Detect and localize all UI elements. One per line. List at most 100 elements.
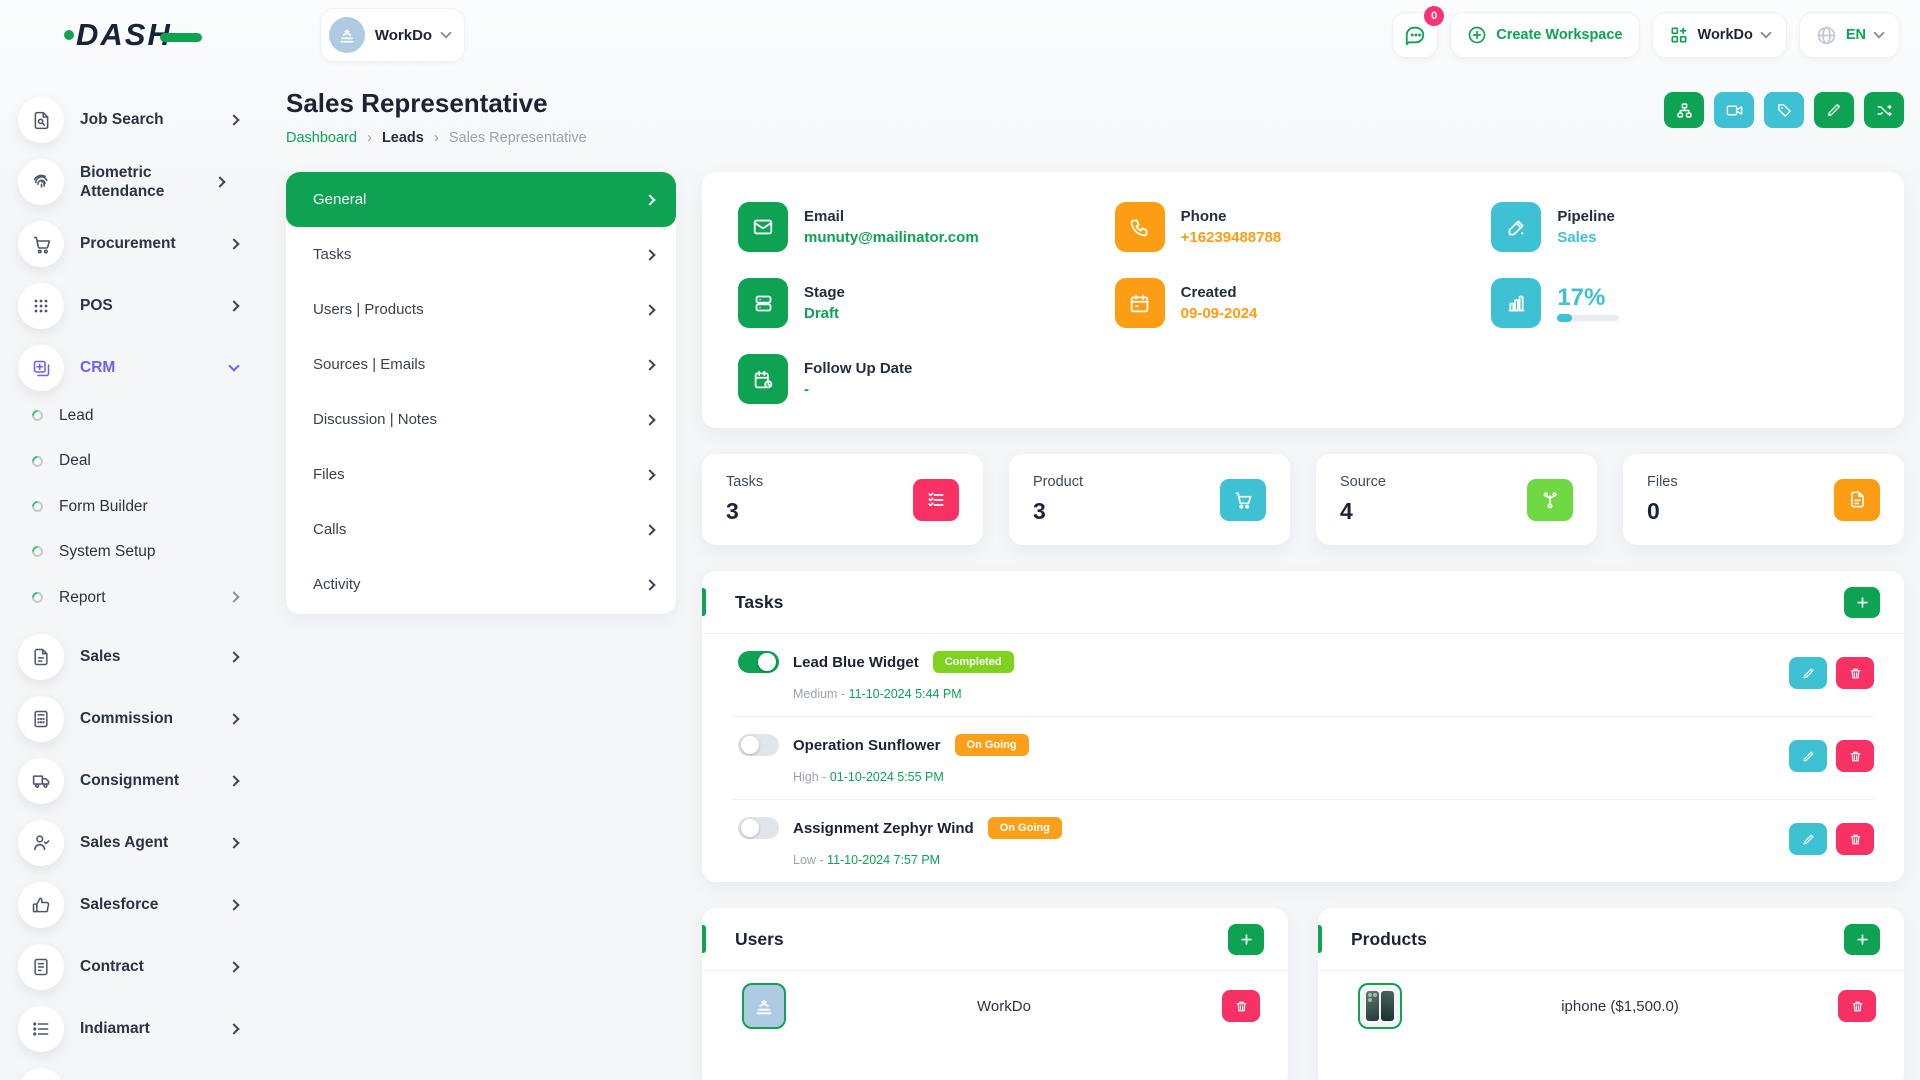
breadcrumb-dashboard[interactable]: Dashboard [286,130,357,146]
sidebar-item-crm[interactable]: CRM [18,344,238,392]
thumbs-up-icon [18,882,64,928]
email-value[interactable]: munuty@mailinator.com [804,229,979,246]
phone-label: Phone [1181,208,1282,225]
task-toggle[interactable] [738,651,779,673]
user-avatar [742,983,786,1029]
plus-icon [1855,595,1870,610]
delete-user-button[interactable] [1222,990,1260,1022]
sidebar-item-commission[interactable]: Commission [18,695,238,743]
sidebar-item-label: Contract [80,957,214,976]
create-workspace-label: Create Workspace [1496,27,1622,43]
edit-lead-button[interactable] [1814,92,1854,128]
sidebar-item-procurement[interactable]: Procurement [18,220,238,268]
language-selector[interactable]: EN [1799,12,1900,58]
chevron-right-icon [644,469,655,480]
source-branch-icon [1527,479,1573,521]
sidebar-item-inventory[interactable]: Inventory [18,1067,238,1080]
sidebar-subitem-label: Form Builder [59,497,238,516]
edit-task-button[interactable] [1789,657,1827,689]
products-section-title: Products [1351,929,1427,950]
task-name: Operation Sunflower [793,737,941,754]
task-toggle[interactable] [738,734,779,756]
trash-icon [1849,667,1862,680]
sidebar-item-sales-agent[interactable]: Sales Agent [18,819,238,867]
tab-activity[interactable]: Activity [286,557,676,612]
tab-tasks[interactable]: Tasks [286,227,676,282]
trash-icon [1849,833,1862,846]
breadcrumb-leads[interactable]: Leads [382,130,424,146]
pipeline-label: Pipeline [1557,208,1615,225]
sidebar-item-salesforce[interactable]: Salesforce [18,881,238,929]
tab-calls[interactable]: Calls [286,502,676,557]
sidebar-item-biometric-attendance[interactable]: Biometric Attendance [18,158,238,206]
sidebar-subitem-label: Deal [59,451,238,470]
labels-button[interactable] [1764,92,1804,128]
sidebar-item-report[interactable]: Report [32,588,238,607]
task-toggle[interactable] [738,817,779,839]
task-priority: Medium - [793,687,849,701]
sidebar-item-label: Procurement [80,234,214,253]
chevron-down-icon [1760,27,1771,38]
sidebar-item-job-search[interactable]: Job Search [18,96,238,144]
logo-text: DASH [76,17,172,53]
delete-product-button[interactable] [1838,990,1876,1022]
sidebar-subitem-label: Report [59,588,214,607]
chevron-right-icon [644,249,655,260]
sidebar-item-system-setup[interactable]: System Setup [32,542,238,561]
pipeline-field: Pipeline Sales [1491,202,1868,252]
sidebar-item-form-builder[interactable]: Form Builder [32,497,238,516]
sidebar-item-deal[interactable]: Deal [32,451,238,470]
tab-discussion-notes[interactable]: Discussion | Notes [286,392,676,447]
task-datetime: 11-10-2024 7:57 PM [827,853,940,867]
delete-task-button[interactable] [1836,740,1874,772]
edit-task-button[interactable] [1789,740,1827,772]
sidebar-item-pos[interactable]: POS [18,282,238,330]
add-task-button[interactable] [1844,587,1880,618]
sidebar-item-contract[interactable]: Contract [18,943,238,991]
workspace-selector[interactable]: WorkDo [320,8,465,62]
pipeline-value: Sales [1557,229,1615,246]
bullet-icon [30,453,46,469]
chevron-right-icon [228,238,239,249]
sidebar-item-indiamart[interactable]: Indiamart [18,1005,238,1053]
language-label: EN [1846,27,1866,43]
tab-sources-emails[interactable]: Sources | Emails [286,337,676,392]
convert-button[interactable] [1864,92,1904,128]
sidebar-subitem-label: System Setup [59,542,238,561]
tag-icon [1776,102,1793,119]
add-user-button[interactable] [1228,924,1264,955]
bullet-icon [30,408,46,424]
tab-files[interactable]: Files [286,447,676,502]
sidebar-item-consignment[interactable]: Consignment [18,757,238,805]
chat-icon [1404,24,1426,46]
tasks-section-title: Tasks [735,592,783,613]
sidebar-item-label: Indiamart [80,1019,214,1038]
tab-general[interactable]: General [286,172,676,227]
task-datetime: 01-10-2024 5:55 PM [830,770,944,784]
sidebar-item-label: Biometric Attendance [80,163,200,202]
tab-users-products[interactable]: Users | Products [286,282,676,337]
convert-to-deal-button[interactable] [1664,92,1704,128]
tab-label: Users | Products [313,301,424,318]
delete-task-button[interactable] [1836,657,1874,689]
chevron-right-icon [644,414,655,425]
contract-icon [18,944,64,990]
create-workspace-button[interactable]: Create Workspace [1450,12,1639,58]
meeting-button[interactable] [1714,92,1754,128]
sidebar-item-sales[interactable]: Sales [18,633,238,681]
phone-value[interactable]: +16239488788 [1181,229,1282,246]
add-product-button[interactable] [1844,924,1880,955]
sidebar-item-lead[interactable]: Lead [32,406,238,425]
stat-value: 3 [726,498,763,525]
edit-task-button[interactable] [1789,823,1827,855]
delete-task-button[interactable] [1836,823,1874,855]
chevron-right-icon [644,304,655,315]
cart-icon [1220,479,1266,521]
workspace-menu-button[interactable]: WorkDo [1652,12,1787,58]
trash-icon [1851,1000,1864,1013]
progress-value: 17% [1557,286,1619,310]
logo[interactable]: DASH [64,17,202,53]
tasks-card: Tasks Lead Blue Widget Completed [702,571,1904,882]
chevron-right-icon [214,176,225,187]
messages-button[interactable]: 0 [1392,12,1438,58]
